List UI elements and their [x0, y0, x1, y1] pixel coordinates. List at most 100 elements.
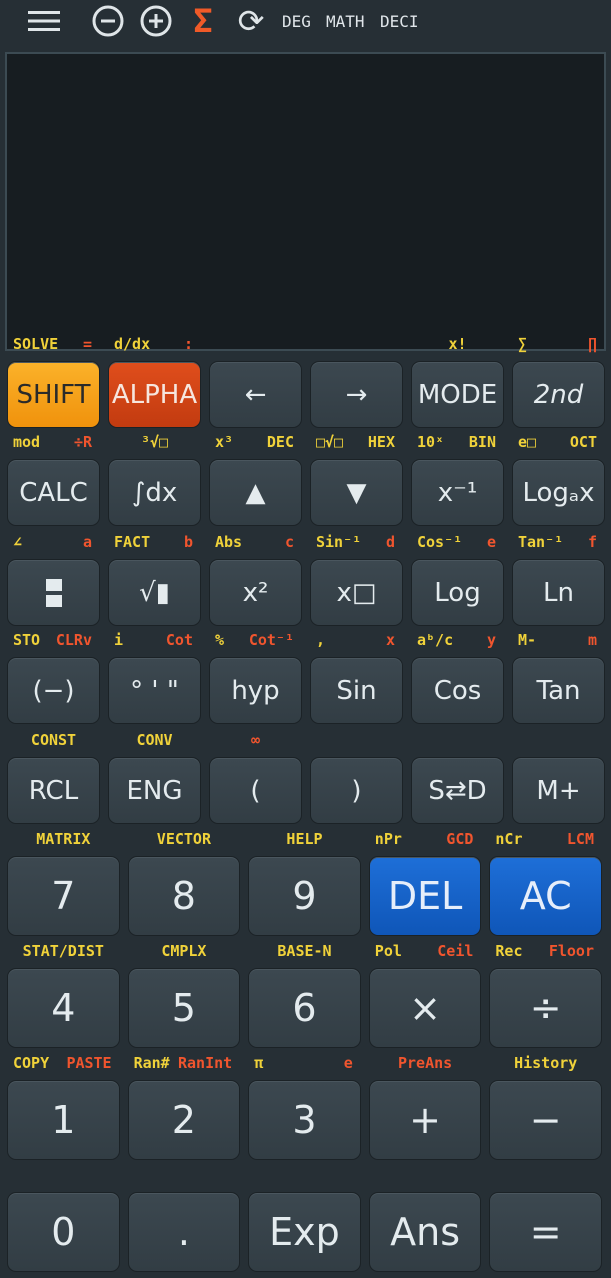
symbol-key[interactable]: √▮	[108, 559, 201, 626]
shift-label-conv: CONV	[136, 731, 173, 749]
alpha-label-cot: Cot	[165, 631, 193, 649]
shift-label-cos: Cos⁻¹	[417, 533, 463, 551]
alpha-label-e: e	[343, 1054, 353, 1072]
eng-key[interactable]: ENG	[108, 757, 201, 824]
shift-label-10: 10ˣ	[417, 433, 445, 451]
exp-key[interactable]: Exp	[248, 1192, 361, 1272]
key-secondary-labels: ³√□	[108, 433, 201, 453]
key-secondary-labels: VECTOR	[128, 830, 241, 850]
tan-key[interactable]: Tan	[512, 657, 605, 724]
alpha-label-symbol: ∏	[587, 335, 597, 353]
output-mode[interactable]: DECI	[380, 4, 419, 38]
ln-key[interactable]: Ln	[512, 559, 605, 626]
key-secondary-labels: aᵇ/c y	[411, 631, 504, 651]
x-key[interactable]: x²	[209, 559, 302, 626]
key-secondary-labels: SOLVE =	[7, 335, 100, 355]
calc-key[interactable]: CALC	[7, 459, 100, 526]
key-secondary-labels: MATRIX	[7, 830, 120, 850]
alpha-label-a: a	[82, 533, 92, 551]
key-secondary-labels: i Cot	[108, 631, 201, 651]
key-secondary-labels: CONST	[7, 731, 100, 751]
input-mode[interactable]: MATH	[326, 4, 365, 38]
shift-label-stat-dist: STAT/DIST	[22, 942, 104, 960]
key-secondary-labels: nCr LCM	[489, 830, 602, 850]
x-key[interactable]: x⁻¹	[411, 459, 504, 526]
sigma-icon[interactable]: Σ	[188, 2, 218, 40]
shift-label-m: M-	[518, 631, 537, 649]
shift-label-tan: Tan⁻¹	[518, 533, 564, 551]
alpha-label-lcm: LCM	[566, 830, 594, 848]
key-secondary-labels: mod ÷R	[7, 433, 100, 453]
1-key[interactable]: 1	[7, 1080, 120, 1160]
fraction-key[interactable]	[7, 559, 100, 626]
angle-mode[interactable]: DEG	[282, 4, 311, 38]
shift-label-ran: Ran#	[133, 1054, 170, 1072]
symbol-key[interactable]: (	[209, 757, 302, 824]
key-secondary-labels: BASE-N	[248, 942, 361, 962]
9-key[interactable]: 9	[248, 856, 361, 936]
alpha-label-f: f	[587, 533, 597, 551]
symbol-key[interactable]: ° ' "	[108, 657, 201, 724]
calculator-display[interactable]	[5, 52, 606, 351]
symbol-key[interactable]: (−)	[7, 657, 100, 724]
alpha-label-symbol: :	[183, 335, 193, 353]
alpha-label-ranint: RanInt	[178, 1054, 233, 1072]
shift-label-symbol: π	[254, 1054, 264, 1072]
log-x-key[interactable]: Logₐx	[512, 459, 605, 526]
top-toolbar: Σ ⟳ DEG MATH DECI	[0, 0, 611, 44]
alpha-label-cot: Cot⁻¹	[248, 631, 294, 649]
hyp-key[interactable]: hyp	[209, 657, 302, 724]
log-key[interactable]: Log	[411, 559, 504, 626]
alpha-key[interactable]: ALPHA	[108, 361, 201, 428]
3-key[interactable]: 3	[248, 1080, 361, 1160]
symbol-key[interactable]: +	[368, 1080, 482, 1160]
x-key[interactable]: x□	[310, 559, 403, 626]
key-secondary-labels: d/dx:	[108, 335, 201, 355]
shift-label-x: x!	[448, 335, 467, 353]
cos-key[interactable]: Cos	[411, 657, 504, 724]
alpha-label-d: d	[385, 533, 395, 551]
symbol-key[interactable]: −	[489, 1080, 602, 1160]
dx-key[interactable]: ∫dx	[108, 459, 201, 526]
shift-key[interactable]: SHIFT	[7, 361, 100, 428]
5-key[interactable]: 5	[127, 968, 241, 1048]
key-secondary-labels: ∑ ∏	[512, 335, 605, 355]
symbol-key[interactable]: ▲	[209, 459, 302, 526]
del-key[interactable]: DEL	[368, 856, 482, 936]
s-d-key[interactable]: S⇄D	[411, 757, 504, 824]
key-secondary-labels: e□ OCT	[512, 433, 605, 453]
sin-key[interactable]: Sin	[310, 657, 403, 724]
shift-label-symbol: ³√□	[140, 433, 169, 451]
alpha-label-b: b	[183, 533, 193, 551]
mode-key[interactable]: MODE	[411, 361, 504, 428]
refresh-icon[interactable]: ⟳	[234, 2, 268, 40]
shift-label-symbol: ,	[316, 631, 326, 649]
2nd-key[interactable]: 2nd	[512, 361, 605, 428]
zoom-in-icon[interactable]	[138, 4, 174, 38]
6-key[interactable]: 6	[248, 968, 361, 1048]
key-secondary-labels: □√□ HEX	[310, 433, 403, 453]
4-key[interactable]: 4	[7, 968, 120, 1048]
symbol-key[interactable]: ÷	[489, 968, 602, 1048]
zoom-out-icon[interactable]	[90, 4, 126, 38]
shift-label-e: e□	[518, 433, 537, 451]
key-secondary-labels: x!	[411, 335, 504, 355]
symbol-key[interactable]: =	[489, 1192, 602, 1272]
0-key[interactable]: 0	[7, 1192, 120, 1272]
m-key[interactable]: M+	[512, 757, 605, 824]
rcl-key[interactable]: RCL	[7, 757, 100, 824]
symbol-key[interactable]: .	[127, 1192, 241, 1272]
symbol-key[interactable]: )	[310, 757, 403, 824]
key-secondary-labels: 10ˣ BIN	[411, 433, 504, 453]
symbol-key[interactable]: ←	[209, 361, 302, 428]
ans-key[interactable]: Ans	[368, 1192, 482, 1272]
8-key[interactable]: 8	[127, 856, 241, 936]
2-key[interactable]: 2	[127, 1080, 241, 1160]
ac-key[interactable]: AC	[489, 856, 602, 936]
symbol-key[interactable]: ×	[368, 968, 482, 1048]
menu-icon[interactable]	[26, 4, 62, 38]
symbol-key[interactable]: ▼	[310, 459, 403, 526]
alpha-label-c: c	[284, 533, 294, 551]
symbol-key[interactable]: →	[310, 361, 403, 428]
7-key[interactable]: 7	[7, 856, 120, 936]
